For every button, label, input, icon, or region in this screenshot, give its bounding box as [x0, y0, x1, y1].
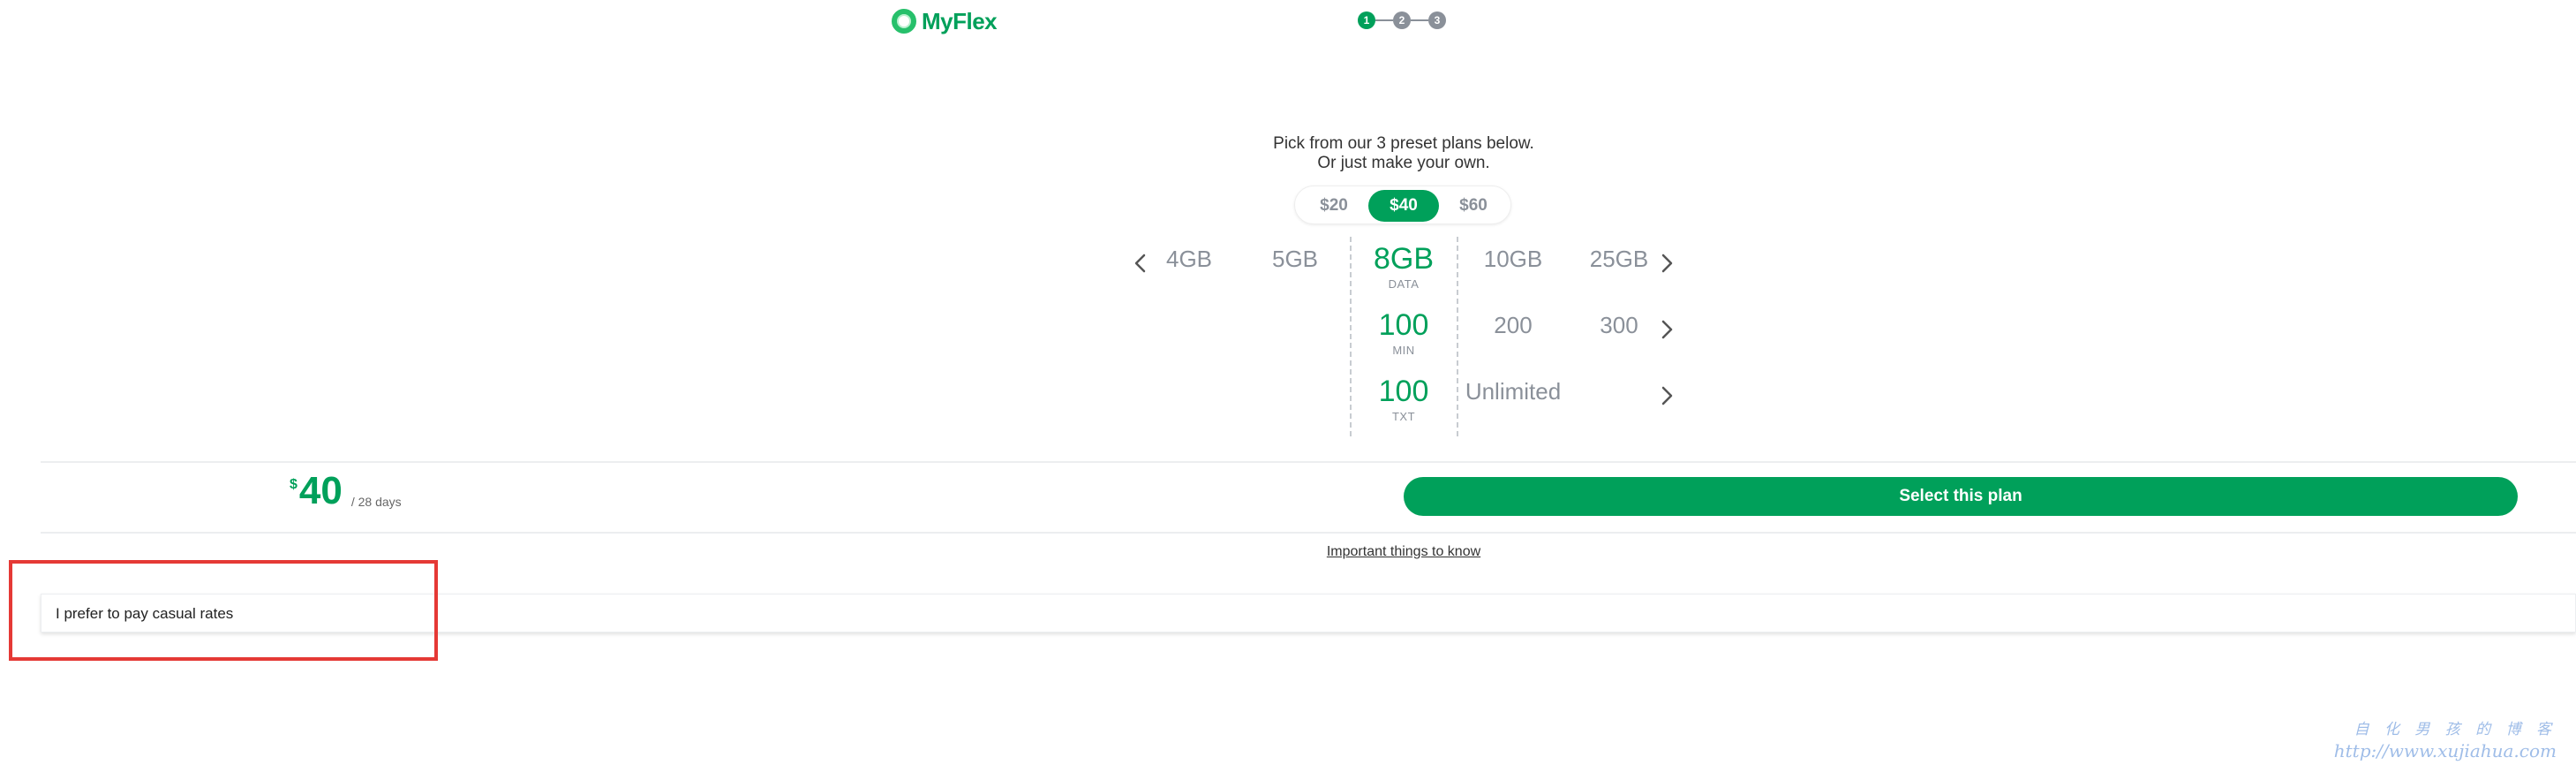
data-option-10gb[interactable]: 10GB — [1465, 246, 1562, 273]
watermark-url: http://www.xujiahua.com — [2333, 740, 2557, 761]
intro-line-2: Or just make your own. — [1317, 154, 1490, 172]
price-period: / 28 days — [350, 495, 402, 509]
min-unit-label: MIN — [1392, 344, 1415, 357]
min-option-100-selected[interactable]: 100 — [1355, 308, 1452, 343]
chevron-right-icon[interactable] — [1656, 249, 1677, 277]
min-option-200[interactable]: 200 — [1465, 312, 1562, 339]
preset-price-toggle: $20 $40 $60 — [1294, 186, 1511, 224]
data-unit-label: DATA — [1388, 277, 1420, 291]
price-amount: 40 — [298, 469, 343, 512]
min-option-300[interactable]: 300 — [1570, 312, 1668, 339]
step-2: 2 — [1393, 11, 1411, 29]
summary-bottom-divider — [41, 532, 2576, 534]
txt-unit-label: TXT — [1391, 410, 1416, 423]
txt-option-unlimited[interactable]: Unlimited — [1460, 378, 1566, 405]
minutes-selector-row: 100 MIN 200 300 — [0, 303, 2576, 357]
casual-rates-label: I prefer to pay casual rates — [56, 605, 234, 622]
price-option-20[interactable]: $20 — [1299, 190, 1369, 222]
price-option-40-selected[interactable]: $40 — [1368, 190, 1439, 222]
data-option-25gb[interactable]: 25GB — [1570, 246, 1668, 273]
logo-text: MyFlex — [922, 7, 998, 34]
watermark: 自 化 男 孩 的 博 客 http://www.xujiahua.com — [2334, 719, 2557, 761]
chevron-right-icon[interactable] — [1656, 315, 1677, 344]
watermark-title: 自 化 男 孩 的 博 客 — [2354, 721, 2557, 738]
intro-line-1: Pick from our 3 preset plans below. — [1273, 134, 1534, 153]
myflex-logo[interactable]: MyFlex — [892, 4, 998, 39]
step-connector — [1411, 19, 1428, 21]
intro-text: Pick from our 3 preset plans below. Or j… — [1139, 134, 1668, 173]
important-things-link[interactable]: Important things to know — [1139, 544, 1668, 560]
step-3: 3 — [1428, 11, 1446, 29]
data-option-5gb[interactable]: 5GB — [1247, 246, 1344, 273]
step-connector — [1375, 19, 1393, 21]
select-plan-button[interactable]: Select this plan — [1404, 477, 2518, 516]
summary-top-divider — [41, 461, 2576, 463]
casual-rates-option[interactable]: I prefer to pay casual rates — [41, 594, 2576, 632]
plan-builder-page: MyFlex 1 2 3 Pick from our 3 preset plan… — [0, 0, 2576, 765]
text-selector-row: 100 TXT Unlimited — [0, 369, 2576, 423]
step-1: 1 — [1358, 11, 1375, 29]
txt-option-100-selected[interactable]: 100 — [1355, 375, 1452, 409]
data-option-4gb[interactable]: 4GB — [1141, 246, 1238, 273]
plan-price-summary: $ 40 / 28 days — [290, 469, 402, 512]
price-option-60[interactable]: $60 — [1438, 190, 1509, 222]
progress-stepper: 1 2 3 — [1358, 11, 1446, 29]
data-option-8gb-selected[interactable]: 8GB — [1355, 242, 1452, 276]
data-selector-row: 4GB 5GB 8GB DATA 10GB 25GB — [0, 237, 2576, 291]
price-currency: $ — [290, 477, 298, 492]
logo-ring-icon — [892, 9, 916, 34]
chevron-right-icon[interactable] — [1656, 382, 1677, 410]
